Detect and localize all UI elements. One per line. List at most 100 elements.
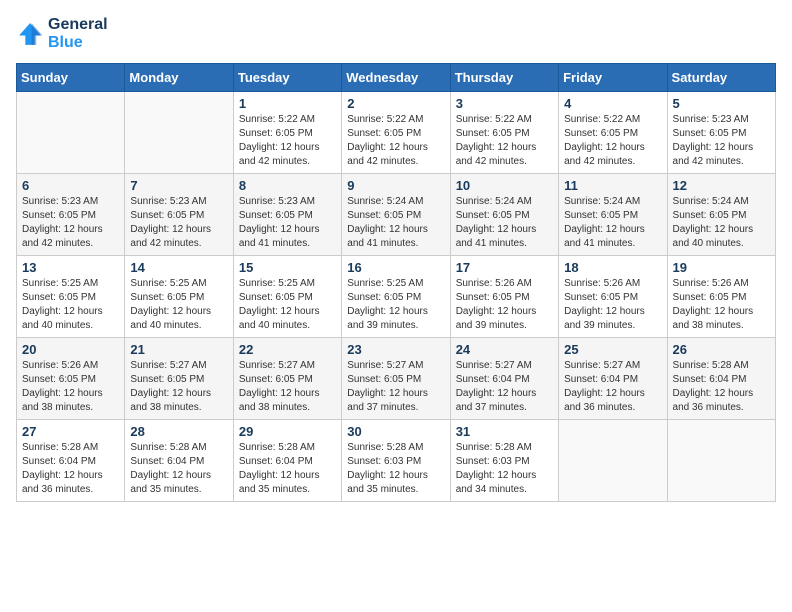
day-number: 5 [673,96,770,111]
day-number: 31 [456,424,553,439]
day-number: 10 [456,178,553,193]
calendar-cell: 9 Sunrise: 5:24 AM Sunset: 6:05 PM Daylig… [342,174,450,256]
calendar-cell: 23 Sunrise: 5:27 AM Sunset: 6:05 PM Dayli… [342,338,450,420]
day-number: 13 [22,260,119,275]
day-info: Sunrise: 5:28 AM Sunset: 6:04 PM Dayligh… [673,359,770,415]
calendar-cell: 2 Sunrise: 5:22 AM Sunset: 6:05 PM Daylig… [342,92,450,174]
calendar-cell: 26 Sunrise: 5:28 AM Sunset: 6:04 PM Dayli… [667,338,775,420]
day-number: 14 [130,260,227,275]
calendar-cell: 17 Sunrise: 5:26 AM Sunset: 6:05 PM Dayli… [450,256,558,338]
weekday-header-sunday: Sunday [17,64,125,92]
day-info: Sunrise: 5:22 AM Sunset: 6:05 PM Dayligh… [564,113,661,169]
day-number: 24 [456,342,553,357]
day-number: 17 [456,260,553,275]
day-number: 28 [130,424,227,439]
calendar-cell: 12 Sunrise: 5:24 AM Sunset: 6:05 PM Dayli… [667,174,775,256]
day-info: Sunrise: 5:25 AM Sunset: 6:05 PM Dayligh… [22,277,119,333]
calendar-cell: 24Sunrise: 5:27 AM Sunset: 6:04 PM Dayli… [450,338,558,420]
logo-text: General Blue [48,16,108,51]
page-container: General Blue SundayMondayTuesdayWednesda… [16,16,776,502]
day-info: Sunrise: 5:26 AM Sunset: 6:05 PM Dayligh… [564,277,661,333]
calendar-cell: 29 Sunrise: 5:28 AM Sunset: 6:04 PM Dayli… [233,420,341,502]
day-info: Sunrise: 5:26 AM Sunset: 6:05 PM Dayligh… [673,277,770,333]
day-info: Sunrise: 5:25 AM Sunset: 6:05 PM Dayligh… [239,277,336,333]
calendar-week-row: 1 Sunrise: 5:22 AM Sunset: 6:05 PM Daylig… [17,92,776,174]
calendar-cell: 1Sunrise: 5:22 AM Sunset: 6:05 PM Daylig… [233,92,341,174]
day-info: Sunrise: 5:23 AM Sunset: 6:05 PM Dayligh… [239,195,336,251]
day-number: 7 [130,178,227,193]
day-number: 19 [673,260,770,275]
weekday-header-thursday: Thursday [450,64,558,92]
day-number: 1 [239,96,336,111]
calendar-cell: 22 Sunrise: 5:27 AM Sunset: 6:05 PM Dayli… [233,338,341,420]
day-info: Sunrise: 5:24 AM Sunset: 6:05 PM Dayligh… [347,195,444,251]
day-number: 29 [239,424,336,439]
calendar-cell: 10 Sunrise: 5:24 AM Sunset: 6:05 PM Dayli… [450,174,558,256]
calendar-cell: 11Sunrise: 5:24 AM Sunset: 6:05 PM Dayli… [559,174,667,256]
calendar-cell: 7Sunrise: 5:23 AM Sunset: 6:05 PM Daylig… [125,174,233,256]
calendar-table: SundayMondayTuesdayWednesdayThursdayFrid… [16,63,776,502]
calendar-cell: 28 Sunrise: 5:28 AM Sunset: 6:04 PM Dayli… [125,420,233,502]
day-number: 18 [564,260,661,275]
day-number: 20 [22,342,119,357]
calendar-cell [559,420,667,502]
day-number: 23 [347,342,444,357]
calendar-cell: 5 Sunrise: 5:23 AM Sunset: 6:05 PM Daylig… [667,92,775,174]
calendar-cell: 18 Sunrise: 5:26 AM Sunset: 6:05 PM Dayli… [559,256,667,338]
weekday-header-monday: Monday [125,64,233,92]
day-info: Sunrise: 5:23 AM Sunset: 6:05 PM Dayligh… [673,113,770,169]
day-number: 16 [347,260,444,275]
day-info: Sunrise: 5:26 AM Sunset: 6:05 PM Dayligh… [22,359,119,415]
weekday-header-row: SundayMondayTuesdayWednesdayThursdayFrid… [17,64,776,92]
calendar-cell: 20 Sunrise: 5:26 AM Sunset: 6:05 PM Dayli… [17,338,125,420]
day-info: Sunrise: 5:27 AM Sunset: 6:05 PM Dayligh… [130,359,227,415]
calendar-cell: 21 Sunrise: 5:27 AM Sunset: 6:05 PM Dayli… [125,338,233,420]
day-info: Sunrise: 5:25 AM Sunset: 6:05 PM Dayligh… [347,277,444,333]
header: General Blue [16,16,776,51]
day-number: 9 [347,178,444,193]
day-number: 21 [130,342,227,357]
day-info: Sunrise: 5:23 AM Sunset: 6:05 PM Dayligh… [22,195,119,251]
day-info: Sunrise: 5:26 AM Sunset: 6:05 PM Dayligh… [456,277,553,333]
day-info: Sunrise: 5:24 AM Sunset: 6:05 PM Dayligh… [456,195,553,251]
day-number: 22 [239,342,336,357]
calendar-cell: 30 Sunrise: 5:28 AM Sunset: 6:03 PM Dayli… [342,420,450,502]
calendar-cell: 14 Sunrise: 5:25 AM Sunset: 6:05 PM Dayli… [125,256,233,338]
logo-icon [16,20,44,48]
day-number: 12 [673,178,770,193]
day-info: Sunrise: 5:28 AM Sunset: 6:04 PM Dayligh… [22,441,119,497]
day-info: Sunrise: 5:24 AM Sunset: 6:05 PM Dayligh… [673,195,770,251]
calendar-week-row: 6 Sunrise: 5:23 AM Sunset: 6:05 PM Daylig… [17,174,776,256]
day-number: 4 [564,96,661,111]
weekday-header-friday: Friday [559,64,667,92]
calendar-cell [667,420,775,502]
calendar-cell: 25 Sunrise: 5:27 AM Sunset: 6:04 PM Dayli… [559,338,667,420]
day-number: 26 [673,342,770,357]
day-info: Sunrise: 5:27 AM Sunset: 6:05 PM Dayligh… [239,359,336,415]
day-number: 25 [564,342,661,357]
calendar-week-row: 13 Sunrise: 5:25 AM Sunset: 6:05 PM Dayli… [17,256,776,338]
day-number: 8 [239,178,336,193]
day-number: 3 [456,96,553,111]
day-number: 30 [347,424,444,439]
day-info: Sunrise: 5:27 AM Sunset: 6:04 PM Dayligh… [564,359,661,415]
day-info: Sunrise: 5:22 AM Sunset: 6:05 PM Dayligh… [347,113,444,169]
day-info: Sunrise: 5:28 AM Sunset: 6:04 PM Dayligh… [130,441,227,497]
calendar-cell: 8 Sunrise: 5:23 AM Sunset: 6:05 PM Daylig… [233,174,341,256]
weekday-header-wednesday: Wednesday [342,64,450,92]
day-info: Sunrise: 5:25 AM Sunset: 6:05 PM Dayligh… [130,277,227,333]
calendar-cell [17,92,125,174]
day-number: 15 [239,260,336,275]
day-number: 6 [22,178,119,193]
day-info: Sunrise: 5:28 AM Sunset: 6:04 PM Dayligh… [239,441,336,497]
day-number: 27 [22,424,119,439]
calendar-week-row: 27 Sunrise: 5:28 AM Sunset: 6:04 PM Dayli… [17,420,776,502]
calendar-cell: 27 Sunrise: 5:28 AM Sunset: 6:04 PM Dayli… [17,420,125,502]
weekday-header-tuesday: Tuesday [233,64,341,92]
day-number: 2 [347,96,444,111]
logo: General Blue [16,16,108,51]
calendar-cell: 19 Sunrise: 5:26 AM Sunset: 6:05 PM Dayli… [667,256,775,338]
day-info: Sunrise: 5:28 AM Sunset: 6:03 PM Dayligh… [347,441,444,497]
day-info: Sunrise: 5:27 AM Sunset: 6:05 PM Dayligh… [347,359,444,415]
weekday-header-saturday: Saturday [667,64,775,92]
